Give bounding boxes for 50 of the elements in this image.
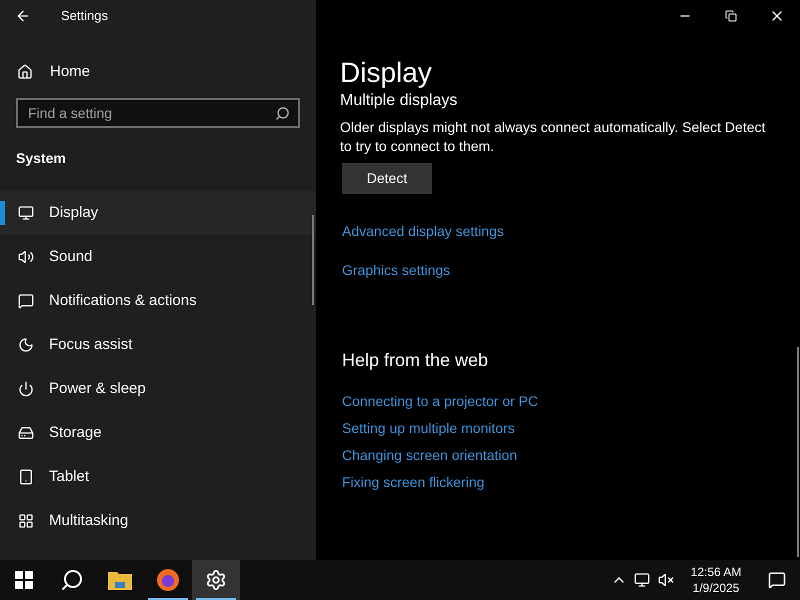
section-heading: System	[16, 149, 67, 168]
nav-item[interactable]: Multitasking	[0, 499, 316, 543]
help-link[interactable]: Setting up multiple monitors	[342, 419, 538, 437]
settings-link[interactable]: Graphics settings	[342, 261, 504, 279]
search-field[interactable]: Find a setting	[16, 98, 300, 128]
settings-link[interactable]: Advanced display settings	[342, 222, 504, 240]
nav-item[interactable]: Focus assist	[0, 323, 316, 367]
search-icon	[60, 568, 84, 592]
power-icon	[18, 381, 34, 397]
scrollbar-thumb[interactable]	[797, 347, 799, 557]
scrollbar-thumb[interactable]	[312, 215, 314, 305]
help-heading: Help from the web	[342, 349, 488, 372]
nav-item[interactable]: Display	[0, 191, 316, 235]
nav-item[interactable]: Notifications & actions	[0, 279, 316, 323]
message-icon	[18, 293, 34, 309]
section-heading: Multiple displays	[340, 92, 458, 110]
browser-logo-icon	[156, 568, 180, 592]
help-link[interactable]: Changing screen orientation	[342, 446, 538, 464]
help-link[interactable]: Connecting to a projector or PC	[342, 392, 538, 410]
drive-icon	[18, 425, 34, 441]
restore-icon	[725, 10, 737, 22]
window-title: Settings	[61, 7, 108, 26]
running-indicator	[148, 598, 188, 600]
notification-icon	[768, 571, 786, 589]
home-icon	[17, 64, 33, 80]
nav-item[interactable]: Tablet	[0, 455, 316, 499]
grid-icon	[18, 513, 34, 529]
clock-date: 1/9/2025	[692, 580, 740, 596]
monitor-icon	[18, 205, 34, 221]
detect-button[interactable]: Detect	[342, 163, 432, 194]
selection-indicator	[0, 201, 5, 225]
help-link[interactable]: Fixing screen flickering	[342, 473, 538, 491]
muted-speaker-icon	[658, 572, 674, 588]
nav-item[interactable]: Power & sleep	[0, 367, 316, 411]
speaker-icon	[18, 249, 34, 265]
clock-time: 12:56 AM	[690, 564, 742, 580]
taskbar-app[interactable]	[192, 560, 240, 600]
nav-item[interactable]: Sound	[0, 235, 316, 279]
windows-logo-icon	[15, 571, 33, 589]
running-indicator	[196, 598, 236, 600]
home-nav-item[interactable]: Home	[0, 52, 316, 92]
clock[interactable]: 12:56 AM 1/9/2025	[678, 560, 754, 600]
nav-item[interactable]: Storage	[0, 411, 316, 455]
page-title: Display	[340, 56, 432, 90]
description-text: Older displays might not always connect automatically. Select Detect to try to connect to them.	[340, 118, 766, 156]
folder-icon	[108, 570, 132, 590]
settings-icon	[205, 569, 227, 591]
search-icon	[275, 106, 290, 121]
moon-icon	[18, 337, 34, 353]
tablet-icon	[18, 469, 34, 485]
